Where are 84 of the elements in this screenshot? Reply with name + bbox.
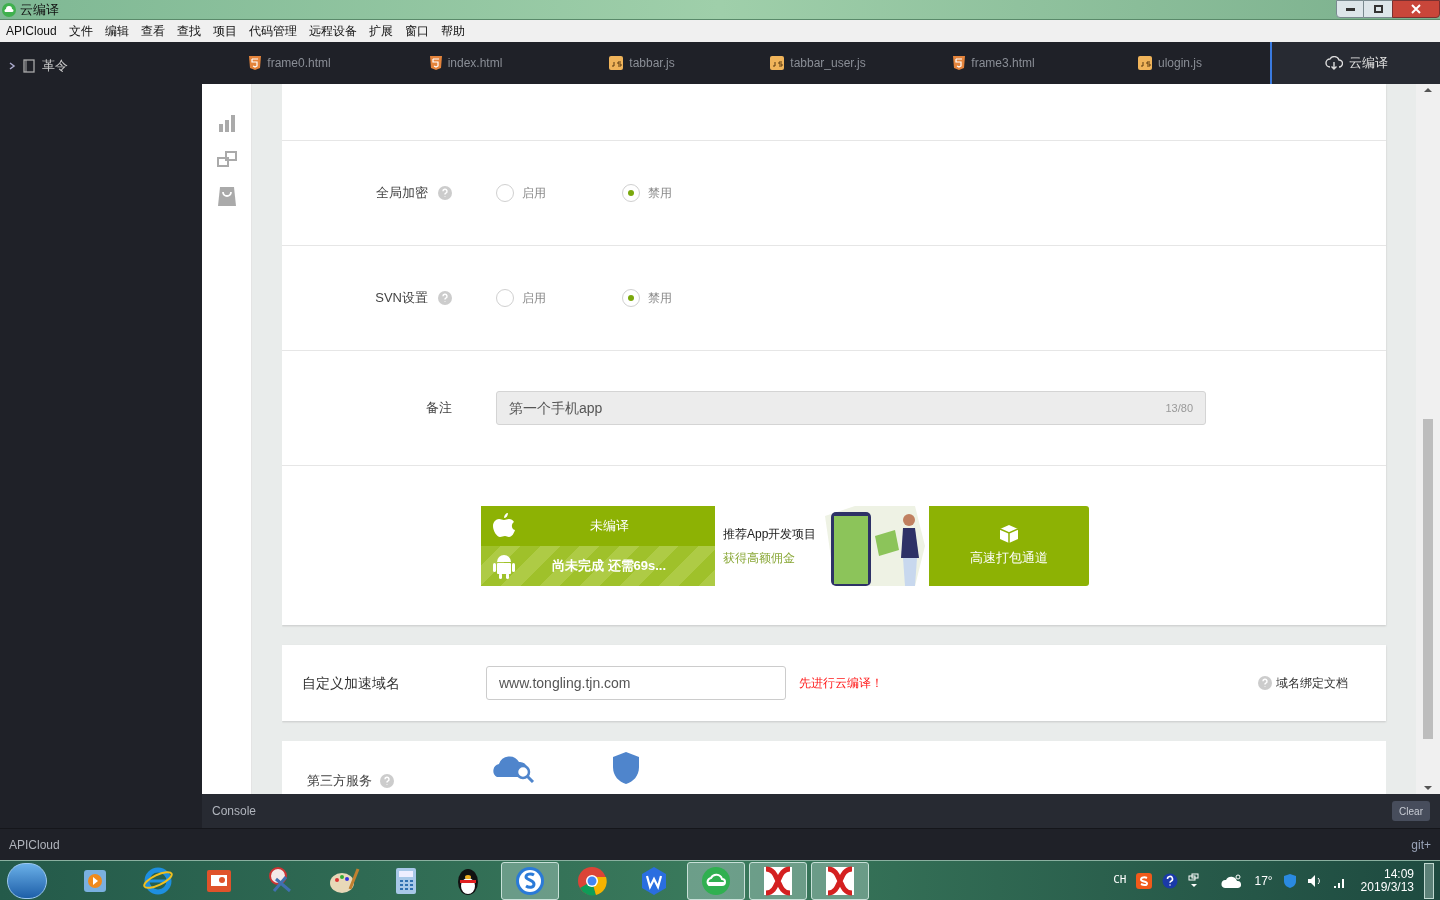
x-logo-icon xyxy=(824,864,856,897)
file-tab[interactable]: index.html xyxy=(378,42,554,84)
menu-item[interactable]: APICloud xyxy=(6,22,57,40)
file-tab[interactable]: tabbar.js xyxy=(554,42,730,84)
radio-label: 启用 xyxy=(522,185,546,202)
help-icon xyxy=(1258,676,1272,690)
minimize-button[interactable] xyxy=(1336,0,1364,18)
start-button[interactable] xyxy=(7,862,47,899)
radio-label: 禁用 xyxy=(648,290,672,307)
cloud-download-icon xyxy=(1324,56,1343,70)
temperature: 17° xyxy=(1254,872,1273,890)
help-icon xyxy=(380,773,394,788)
radio-button[interactable] xyxy=(622,289,640,307)
file-tab[interactable]: ulogin.js xyxy=(1082,42,1258,84)
speaker-icon[interactable] xyxy=(1306,873,1323,888)
note-label: 备注 xyxy=(425,399,452,418)
menu-item[interactable]: 扩展 xyxy=(368,22,393,40)
ios-build-status: 未编译 xyxy=(588,516,630,535)
menu-item[interactable]: 查找 xyxy=(176,22,201,40)
help-icon xyxy=(438,291,452,305)
cloud-compile-tab[interactable]: 云编译 xyxy=(1270,42,1440,84)
package-icon xyxy=(999,523,1019,544)
help-icon xyxy=(438,186,452,200)
show-desktop-button[interactable] xyxy=(1424,862,1434,899)
note-input[interactable]: 第一个手机app 13/80 xyxy=(496,391,1206,425)
apple-icon xyxy=(493,512,515,539)
html-file-icon xyxy=(429,56,442,70)
promo-subtitle: 获得高额佣金 xyxy=(723,549,796,567)
menu-item[interactable]: 编辑 xyxy=(104,22,129,40)
menu-item[interactable]: 窗口 xyxy=(404,22,429,40)
close-icon xyxy=(1411,4,1421,14)
menu-item[interactable]: 查看 xyxy=(140,22,165,40)
clear-button[interactable]: Clear xyxy=(1392,801,1430,821)
html-file-icon xyxy=(249,56,262,70)
chrome-icon xyxy=(576,864,608,897)
menu-item[interactable]: 帮助 xyxy=(440,22,465,40)
help-icon[interactable] xyxy=(1162,872,1179,889)
domain-input[interactable]: www.tongling.tjn.com xyxy=(486,666,786,700)
js-file-icon xyxy=(770,56,785,70)
radio-button[interactable] xyxy=(496,184,514,202)
android-build-status: 尚未完成 还需69s... xyxy=(550,556,668,575)
radio-button[interactable] xyxy=(622,184,640,202)
radio-button[interactable] xyxy=(496,289,514,307)
window-title: 云编译 xyxy=(20,0,59,19)
input-method-icon[interactable] xyxy=(1136,872,1153,889)
setting-label: SVN设置 xyxy=(375,289,428,308)
promo-title: 推荐App开发项目 xyxy=(723,525,818,543)
file-tab[interactable]: frame0.html xyxy=(202,42,378,84)
domain-doc-link[interactable]: 域名绑定文档 xyxy=(1276,674,1348,692)
domain-warning: 先进行云编译！ xyxy=(799,675,883,692)
status-left: APICloud xyxy=(9,836,60,854)
scrollbar[interactable] xyxy=(1416,84,1440,794)
radio-label: 启用 xyxy=(522,290,546,307)
js-file-icon xyxy=(609,56,624,70)
shield-icon[interactable] xyxy=(1282,872,1297,889)
browser-s-icon xyxy=(514,864,546,897)
language-indicator[interactable]: CH xyxy=(1113,872,1127,889)
file-tab[interactable]: tabbar_user.js xyxy=(730,42,906,84)
shield-icon[interactable] xyxy=(611,751,641,785)
file-tab[interactable]: frame3.html xyxy=(906,42,1082,84)
git-label[interactable]: git+ xyxy=(1411,835,1431,854)
menu-item[interactable]: 文件 xyxy=(68,22,93,40)
third-party-label: 第三方服务 xyxy=(307,772,372,790)
console-title: Console xyxy=(212,803,257,820)
app-logo-icon xyxy=(2,2,16,17)
x-logo-icon xyxy=(762,864,794,897)
clock[interactable]: 14:09 2019/3/13 xyxy=(1360,867,1414,894)
tree-item[interactable]: 革令 xyxy=(8,56,202,76)
close-button[interactable] xyxy=(1392,0,1440,18)
menu-item[interactable]: 项目 xyxy=(212,22,237,40)
domain-label: 自定义加速域名 xyxy=(302,673,401,693)
character-counter: 13/80 xyxy=(1165,400,1193,416)
book-icon xyxy=(22,58,36,73)
menu-item[interactable]: 代码管理 xyxy=(248,22,297,40)
android-icon xyxy=(493,552,515,579)
cloud-app-icon xyxy=(700,864,732,897)
js-file-icon xyxy=(1138,56,1152,70)
html-file-icon xyxy=(953,56,966,70)
maximize-button[interactable] xyxy=(1364,0,1392,18)
menu-item[interactable]: 远程设备 xyxy=(308,22,357,40)
radio-label: 禁用 xyxy=(648,185,672,202)
windows-switch-icon[interactable] xyxy=(1188,872,1201,889)
scroll-thumb[interactable] xyxy=(1423,419,1433,739)
setting-label: 全局加密 xyxy=(376,184,428,203)
